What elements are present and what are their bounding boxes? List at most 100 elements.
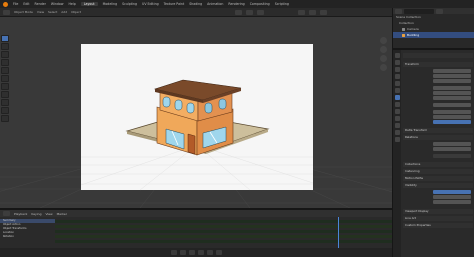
track-rotation[interactable] — [55, 240, 392, 243]
transform-orientation-icon[interactable] — [234, 9, 242, 15]
view-menu[interactable]: View — [37, 10, 44, 14]
annotate-tool-icon[interactable] — [1, 83, 9, 90]
pan-hand-icon[interactable] — [380, 46, 387, 53]
extra-tool-2-icon[interactable] — [1, 115, 9, 122]
mode-select[interactable]: Object Mode — [14, 10, 33, 14]
track-location[interactable] — [55, 235, 392, 238]
display-as-field[interactable] — [433, 190, 471, 194]
camera-view-icon[interactable] — [380, 55, 387, 62]
rotation-x-field[interactable] — [433, 86, 471, 90]
workspace-tab-animation[interactable]: Animation — [207, 2, 223, 6]
jump-end-icon[interactable] — [215, 250, 222, 255]
location-z-field[interactable] — [433, 79, 471, 83]
physics-tab-icon[interactable] — [394, 116, 400, 121]
play-reverse-icon[interactable] — [188, 250, 195, 255]
workspace-tab-sculpting[interactable]: Sculpting — [122, 2, 137, 6]
jump-start-icon[interactable] — [170, 250, 177, 255]
track-object-transforms[interactable] — [55, 230, 392, 233]
workspace-tab-texture-paint[interactable]: Texture Paint — [164, 2, 185, 6]
scene-tab-icon[interactable] — [394, 81, 400, 86]
view-layer-tab-icon[interactable] — [394, 74, 400, 79]
track-object-action[interactable] — [55, 225, 392, 228]
object-menu[interactable]: Object — [71, 10, 81, 14]
workspace-tab-compositing[interactable]: Compositing — [250, 2, 270, 6]
panel-collections[interactable]: Collections — [403, 162, 473, 167]
shading-solid-icon[interactable] — [308, 9, 316, 15]
playback-menu[interactable]: Playback — [14, 212, 27, 216]
perspective-toggle-icon[interactable] — [380, 64, 387, 71]
marker-menu[interactable]: Marker — [57, 212, 67, 216]
workspace-tab-uv-editing[interactable]: UV Editing — [142, 2, 159, 6]
panel-custom-properties[interactable]: Custom Properties — [403, 223, 473, 228]
add-menu[interactable]: Add — [61, 10, 67, 14]
workspace-tab-layout[interactable]: Layout — [80, 2, 98, 6]
view-menu-timeline[interactable]: View — [45, 212, 52, 216]
playhead[interactable] — [338, 217, 339, 249]
timeline-editor-icon[interactable] — [3, 211, 10, 216]
parent-type-field[interactable] — [433, 147, 471, 151]
scale-x-field[interactable] — [433, 110, 471, 114]
cursor-tool-icon[interactable] — [1, 43, 9, 50]
rotate-tool-icon[interactable] — [1, 59, 9, 66]
add-cube-tool-icon[interactable] — [1, 99, 9, 106]
menu-help[interactable]: Help — [68, 2, 75, 6]
menu-edit[interactable]: Edit — [23, 2, 29, 6]
measure-tool-icon[interactable] — [1, 91, 9, 98]
transform-tool-icon[interactable] — [1, 75, 9, 82]
snap-icon[interactable] — [245, 9, 253, 15]
workspace-tab-scripting[interactable]: Scripting — [275, 2, 289, 6]
parent-field[interactable] — [433, 142, 471, 146]
pass-index-field[interactable] — [433, 154, 471, 158]
object-tab-icon[interactable] — [394, 95, 400, 100]
panel-relations[interactable]: Relations — [403, 135, 473, 140]
zoom-icon[interactable] — [380, 37, 387, 44]
rotation-y-field[interactable] — [433, 91, 471, 95]
filter-icon[interactable] — [436, 8, 443, 14]
menu-file[interactable]: File — [13, 2, 18, 6]
3d-viewport[interactable] — [0, 17, 392, 208]
render-tab-icon[interactable] — [394, 60, 400, 65]
constraints-tab-icon[interactable] — [394, 123, 400, 128]
keying-menu[interactable]: Keying — [31, 212, 41, 216]
scale-z-field[interactable] — [433, 120, 471, 124]
panel-line-art[interactable]: Line Art — [403, 216, 473, 221]
panel-delta-transform[interactable]: Delta Transform — [403, 128, 473, 133]
tool-tab-icon[interactable] — [394, 53, 400, 58]
play-icon[interactable] — [197, 250, 204, 255]
panel-instancing[interactable]: Instancing — [403, 169, 473, 174]
shading-material-icon[interactable] — [319, 9, 327, 15]
scale-tool-icon[interactable] — [1, 67, 9, 74]
overlays-icon[interactable] — [297, 9, 305, 15]
next-keyframe-icon[interactable] — [206, 250, 213, 255]
proportional-edit-icon[interactable] — [256, 9, 264, 15]
display-bounds-field[interactable] — [433, 200, 471, 204]
particles-tab-icon[interactable] — [394, 109, 400, 114]
select-menu[interactable]: Select — [48, 10, 57, 14]
rotation-z-field[interactable] — [433, 96, 471, 100]
properties-object-name[interactable] — [403, 53, 473, 58]
world-tab-icon[interactable] — [394, 88, 400, 93]
scale-y-field[interactable] — [433, 115, 471, 119]
data-tab-icon[interactable] — [394, 130, 400, 135]
extra-tool-icon[interactable] — [1, 107, 9, 114]
menu-window[interactable]: Window — [51, 2, 64, 6]
modifier-tab-icon[interactable] — [394, 102, 400, 107]
output-tab-icon[interactable] — [394, 67, 400, 72]
panel-transform[interactable]: Transform — [403, 62, 473, 67]
workspace-tab-shading[interactable]: Shading — [189, 2, 202, 6]
panel-viewport-display[interactable]: Viewport Display — [403, 209, 473, 214]
material-tab-icon[interactable] — [394, 137, 400, 142]
panel-visibility[interactable]: Visibility — [403, 183, 473, 188]
outliner-row-building[interactable]: Building — [393, 32, 474, 38]
move-tool-icon[interactable] — [1, 51, 9, 58]
editor-type-icon[interactable] — [3, 9, 10, 15]
color-field[interactable] — [433, 195, 471, 199]
menu-render[interactable]: Render — [35, 2, 46, 6]
rotation-mode-select[interactable] — [433, 103, 471, 107]
prev-keyframe-icon[interactable] — [179, 250, 186, 255]
track-summary[interactable] — [55, 220, 392, 223]
blender-logo-icon[interactable] — [3, 1, 8, 7]
location-x-field[interactable] — [433, 69, 471, 73]
location-y-field[interactable] — [433, 74, 471, 78]
outliner-search-input[interactable] — [404, 8, 434, 14]
